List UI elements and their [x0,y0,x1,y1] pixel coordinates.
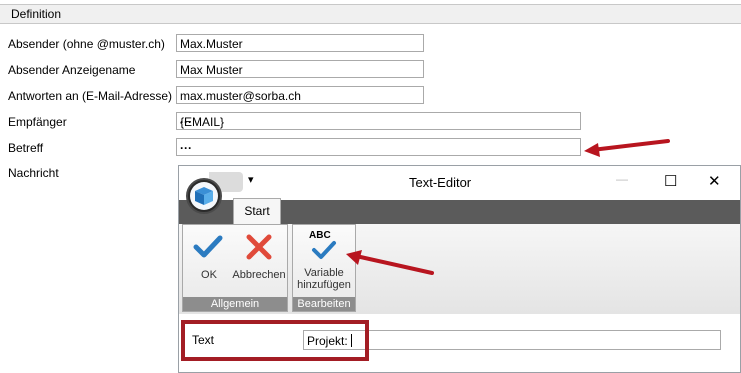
recipient-field[interactable]: {EMAIL} ··· [176,112,581,130]
close-button[interactable]: ✕ [708,172,721,190]
section-title: Definition [11,7,62,21]
cancel-button[interactable]: Abbrechen [231,229,287,285]
group-general: OK Abbrechen Allgemein [182,224,288,312]
ribbon-panel: OK Abbrechen Allgemein ABC Variable hinz… [179,224,740,314]
maximize-button[interactable]: ☐ [664,172,677,190]
section-header: Definition [0,4,741,24]
reply-to-field[interactable]: max.muster@sorba.ch [176,86,424,104]
cancel-label: Abbrechen [232,269,286,281]
spellcheck-check-icon [312,241,336,259]
app-menu-button[interactable] [186,178,222,214]
tab-start-label: Start [244,204,270,218]
display-name-label: Absender Anzeigename [8,63,136,77]
add-variable-label-2: hinzufügen [297,279,351,291]
cancel-x-icon [246,234,272,260]
ok-label: OK [201,269,217,281]
annotation-arrow-variable [346,250,434,275]
sender-field[interactable]: Max.Muster [176,34,424,52]
sender-label: Absender (ohne @muster.ch) [8,37,165,51]
reply-to-value: max.muster@sorba.ch [180,89,301,103]
sender-value: Max.Muster [180,37,243,51]
qat-dropdown-icon[interactable]: ▾ [248,173,254,186]
subject-field[interactable]: ··· [176,138,581,156]
display-name-value: Max Muster [180,63,243,77]
editor-content: Text Projekt: [179,314,740,372]
reply-to-label: Antworten an (E-Mail-Adresse) [8,89,173,103]
group-edit-label: Bearbeiten [293,297,355,311]
display-name-field[interactable]: Max Muster [176,60,424,78]
recipient-label: Empfänger [8,115,67,129]
recipient-ellipsis-button[interactable]: ··· [180,115,574,129]
editor-title: Text-Editor [409,175,472,190]
ok-button[interactable]: OK [186,229,232,285]
message-label: Nachricht [8,166,59,180]
subject-ellipsis-button[interactable]: ··· [180,141,574,155]
ribbon-tab-strip: Start [179,198,740,224]
tab-start[interactable]: Start [233,198,281,224]
checkmark-icon [193,235,223,258]
subject-label: Betreff [8,141,44,155]
minimize-button[interactable]: — [616,172,628,186]
group-general-label: Allgemein [183,297,287,311]
highlight-box [181,320,369,361]
editor-titlebar: ▾ Text-Editor — ☐ ✕ [179,166,740,200]
text-editor-window: ▾ Text-Editor — ☐ ✕ Start OK Abbrechen A… [178,165,741,373]
cube-icon [190,182,218,210]
annotation-arrow-subject [584,139,670,157]
